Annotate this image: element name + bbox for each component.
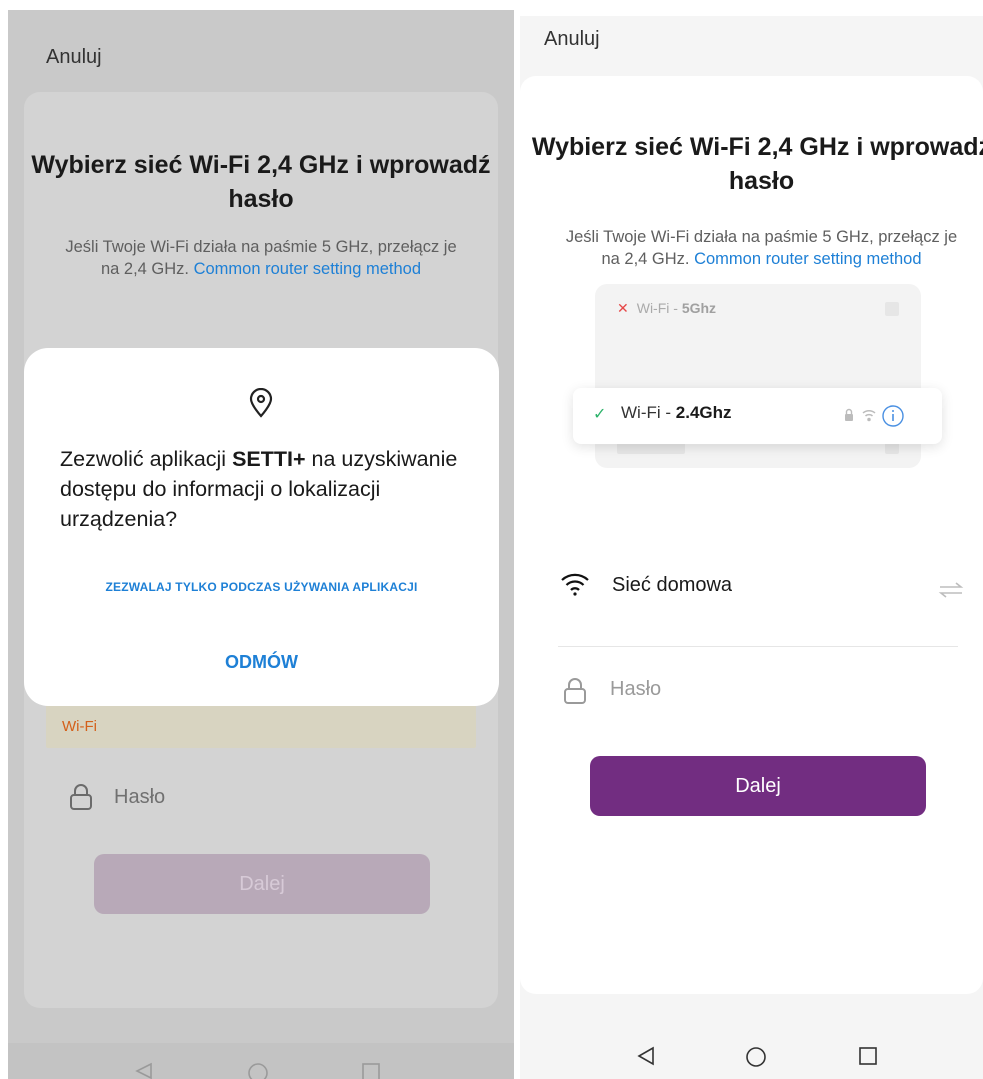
wifi-5ghz-row: ✕ Wi-Fi - 5Ghz	[617, 300, 716, 317]
lock-icon	[564, 678, 586, 704]
next-button[interactable]: Dalej	[590, 756, 926, 816]
wifi-small-icon	[862, 409, 876, 422]
allow-while-using-button[interactable]: ZEZWALAJ TYLKO PODCZAS UŻYWANIA APLIKACJ…	[24, 580, 499, 594]
app-name: SETTI+	[232, 447, 306, 471]
wifi-24ghz-band: 2.4Ghz	[675, 403, 732, 422]
router-setting-link[interactable]: Common router setting method	[194, 260, 421, 278]
password-field[interactable]: Hasło	[114, 786, 165, 809]
placeholder-square	[885, 302, 899, 316]
page-title: Wybierz sieć Wi-Fi 2,4 GHz i wprowadź ha…	[31, 151, 491, 213]
band-hint: Jeśli Twoje Wi-Fi działa na paśmie 5 GHz…	[64, 236, 458, 280]
location-pin-icon	[249, 388, 273, 418]
lock-small-icon	[845, 408, 853, 421]
back-icon[interactable]	[636, 1046, 656, 1066]
wifi-5ghz-label: Wi-Fi -	[636, 300, 682, 316]
location-permission-dialog: Zezwolić aplikacji SETTI+ na uzyskiwanie…	[24, 348, 499, 706]
recents-icon[interactable]	[858, 1046, 878, 1066]
network-name-field[interactable]: Sieć domowa	[612, 574, 732, 597]
wifi-24ghz-row: ✓ Wi-Fi - 2.4Ghz	[573, 388, 942, 444]
recents-icon[interactable]	[361, 1062, 381, 1079]
wifi-5ghz-band: 5Ghz	[681, 300, 717, 316]
back-icon[interactable]	[134, 1062, 154, 1079]
home-icon[interactable]	[745, 1046, 767, 1068]
warning-text: Wi-Fi	[62, 718, 97, 735]
cancel-button[interactable]: Anuluj	[46, 46, 102, 69]
check-icon: ✓	[593, 406, 607, 423]
dialog-message: Zezwolić aplikacji SETTI+ na uzyskiwanie…	[60, 444, 470, 534]
next-button[interactable]: Dalej	[94, 854, 430, 914]
router-setting-link[interactable]: Common router setting method	[694, 250, 921, 268]
wifi-status-icons	[845, 405, 904, 427]
wifi-24ghz-label: Wi-Fi - 2.4Ghz	[621, 403, 732, 423]
lock-icon	[70, 784, 92, 810]
wifi-setup-card: Wybierz sieć Wi-Fi 2,4 GHz i wprowadź ha…	[520, 76, 983, 994]
password-field[interactable]: Hasło	[610, 678, 661, 701]
deny-button[interactable]: ODMÓW	[24, 652, 499, 673]
left-screen: Anuluj Wybierz sieć Wi-Fi 2,4 GHz i wpro…	[8, 10, 514, 1079]
field-divider	[558, 646, 958, 647]
wifi-24ghz-prefix: Wi-Fi -	[621, 403, 676, 422]
cancel-button[interactable]: Anuluj	[544, 28, 600, 51]
dialog-message-prefix: Zezwolić aplikacji	[60, 447, 233, 471]
switch-network-icon[interactable]	[938, 582, 964, 598]
band-hint: Jeśli Twoje Wi-Fi działa na paśmie 5 GHz…	[560, 226, 963, 270]
page-title: Wybierz sieć Wi-Fi 2,4 GHz i wprowadź ha…	[531, 133, 983, 195]
home-icon[interactable]	[247, 1062, 269, 1079]
cross-icon: ✕	[617, 300, 629, 316]
wifi-icon	[561, 573, 589, 596]
right-screen: Anuluj Wybierz sieć Wi-Fi 2,4 GHz i wpro…	[520, 16, 983, 1079]
info-icon	[882, 405, 904, 427]
